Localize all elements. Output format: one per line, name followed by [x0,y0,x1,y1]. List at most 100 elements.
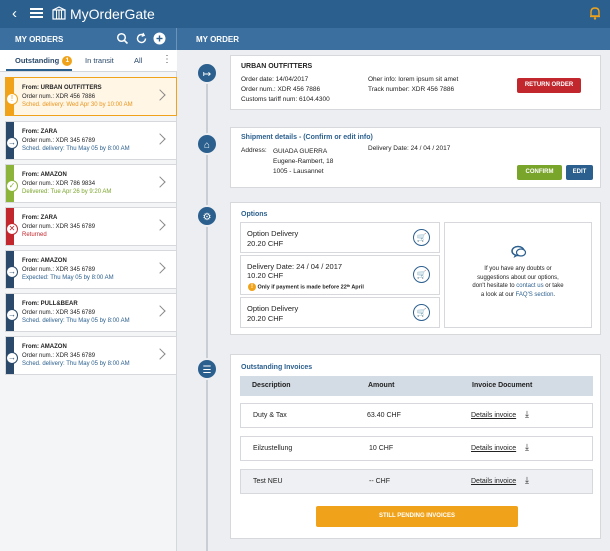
options-panel: Options Option Delivery 20.20 CHF 🛒 Deli… [230,202,601,335]
add-to-cart-icon[interactable]: 🛒 [413,229,430,246]
chevron-right-icon [154,305,166,317]
order-merchant: From: AMAZON [22,172,67,178]
chat-bubble-icon [511,245,527,258]
warning-icon: ! [248,283,256,291]
section-header-bar: MY ORDERS MY ORDER [0,28,610,50]
merchant-name: URBAN OUTFITTERS [241,63,313,70]
option-name: Delivery Date: 24 / 04 / 2017 [247,262,343,271]
confirm-button[interactable]: CONFIRM [517,165,562,180]
download-icon[interactable]: ⤓ [525,442,529,453]
order-status-text: Sched. delivery: Thu May 05 by 8:00 AM [22,361,130,368]
tab-outstanding-label: Outstanding [15,56,60,65]
add-order-icon[interactable] [153,32,166,45]
details-invoice-link[interactable]: Details invoice [471,445,516,452]
invoices-title: Outstanding Invoices [241,364,313,371]
options-title: Options [241,211,268,218]
contact-us-link[interactable]: contact us [516,283,543,289]
help-text-line: suggestions about our options, [477,274,559,281]
order-status-text: Sched. delivery: Thu May 05 by 8:00 AM [22,146,130,153]
delivery-option-2[interactable]: Delivery Date: 24 / 04 / 2017 10.20 CHF … [240,255,440,295]
order-card[interactable]: → From: AMAZON Order num.: XDR 345 6789 Exp… [5,250,177,289]
order-status-icon: ! [6,93,18,105]
help-text-line: . [553,291,556,298]
option-name: Option Delivery [247,304,299,313]
table-row: Test NEU -- CHF Details invoice ⤓ [240,469,593,494]
order-number: Order num.: XDR 345 6789 [22,266,96,273]
app-header: ‹ MyOrderGate [0,0,610,28]
header-divider [176,28,177,50]
address-line: Eugene-Rambert, 18 [273,158,334,165]
tab-all[interactable]: All [134,56,142,65]
order-status-icon: → [6,266,18,278]
order-merchant: From: ZARA [22,129,58,135]
details-invoice-link[interactable]: Details invoice [471,412,516,419]
order-card[interactable]: → From: AMAZON Order num.: XDR 345 6789 Sch… [5,336,177,375]
chevron-right-icon [154,219,166,231]
active-tab-indicator [6,69,72,71]
order-tabs: Outstanding 1 In transit All ⋮ [0,50,177,72]
order-status-text: Expected: Thu May 05 by 8:00 AM [22,275,114,282]
invoices-panel: Outstanding Invoices Description Amount … [230,354,601,539]
order-card[interactable]: ✕ From: ZARA Order num.: XDR 345 6789 Retur… [5,207,177,246]
order-merchant: From: AMAZON [22,258,67,264]
tab-outstanding[interactable]: Outstanding 1 [15,56,73,67]
pending-invoices-button[interactable]: STILL PENDING INVOICES [316,506,518,527]
orders-sidebar: Outstanding 1 In transit All ⋮ ! From: UR… [0,50,177,551]
order-card[interactable]: ✓ From: AMAZON Order num.: XDR 786 9834 Del… [5,164,177,203]
settings-gear-icon: ⚙ [196,205,218,227]
delivery-option-3[interactable]: Option Delivery 20.20 CHF 🛒 [240,297,440,328]
option-price: 20.20 CHF [247,314,284,323]
download-icon[interactable]: ⤓ [525,409,529,420]
column-header: Invoice Document [472,382,533,389]
track-number: Track number: XDR 456 7886 [368,86,455,93]
table-row: Eilzustellung 10 CHF Details invoice ⤓ [240,436,593,461]
address-line: 1005 - Lausannet [273,168,324,175]
outstanding-count-badge: 1 [62,56,73,67]
order-card[interactable]: → From: ZARA Order num.: XDR 345 6789 Sched… [5,121,177,160]
help-text-line: a look at our [480,291,516,298]
order-status-text: Delivered: Tue Apr 26 by 9:20 AM [22,189,112,196]
add-to-cart-icon[interactable]: 🛒 [413,266,430,283]
faq-link[interactable]: FAQ'S section [516,292,554,298]
shipment-title[interactable]: Shipment details - (Confirm or edit info… [241,134,373,141]
help-text-line: If you have any doubts or [484,266,552,272]
order-merchant: From: URBAN OUTFITTERS [22,85,102,91]
order-status-text: Sched. delivery: Wed Apr 30 by 10:00 AM [22,102,133,109]
order-card[interactable]: → From: PULL&BEAR Order num.: XDR 345 6789… [5,293,177,332]
address-label: Address: [241,147,267,154]
invoice-description: Eilzustellung [253,445,293,452]
invoice-description: Test NEU [253,478,283,485]
add-to-cart-icon[interactable]: 🛒 [413,304,430,321]
chevron-right-icon [154,176,166,188]
search-icon[interactable] [116,32,129,45]
download-icon[interactable]: ⤓ [525,475,529,486]
order-number: Order num.: XDR 345 6789 [22,223,96,230]
order-status-text: Returned [22,232,47,239]
return-order-button[interactable]: RETURN ORDER [517,78,581,93]
refresh-icon[interactable] [135,32,148,45]
order-number: Order num.: XDR 456 7886 [22,93,96,100]
chevron-right-icon [154,348,166,360]
invoice-amount: 63.40 CHF [367,412,401,419]
hamburger-menu-icon[interactable] [30,8,43,18]
chevron-right-icon [154,262,166,274]
edit-button[interactable]: EDIT [566,165,593,180]
tab-in-transit[interactable]: In transit [85,56,114,65]
order-merchant: From: PULL&BEAR [22,301,78,307]
details-invoice-link[interactable]: Details invoice [471,478,516,485]
delivery-option-1[interactable]: Option Delivery 20.20 CHF 🛒 [240,222,440,253]
column-header: Amount [368,382,395,389]
invoice-amount: -- CHF [369,478,390,485]
order-status-icon: ✓ [6,180,18,192]
more-options-icon[interactable]: ⋮ [162,54,172,65]
notification-bell-icon[interactable] [588,6,602,20]
help-box: If you have any doubts or suggestions ab… [444,222,592,328]
option-price: 20.20 CHF [247,239,284,248]
order-number: Order num.: XDR 456 7886 [241,86,321,93]
invoice-document-icon: ☰ [196,358,218,380]
order-card[interactable]: ! From: URBAN OUTFITTERS Order num.: XDR 4… [5,77,177,116]
order-status-text: Sched. delivery: Thu May 05 by 8:00 AM [22,318,130,325]
sidebar-title: MY ORDERS [15,35,64,44]
help-text-line: or take [543,283,564,289]
back-icon[interactable]: ‹ [12,6,17,21]
